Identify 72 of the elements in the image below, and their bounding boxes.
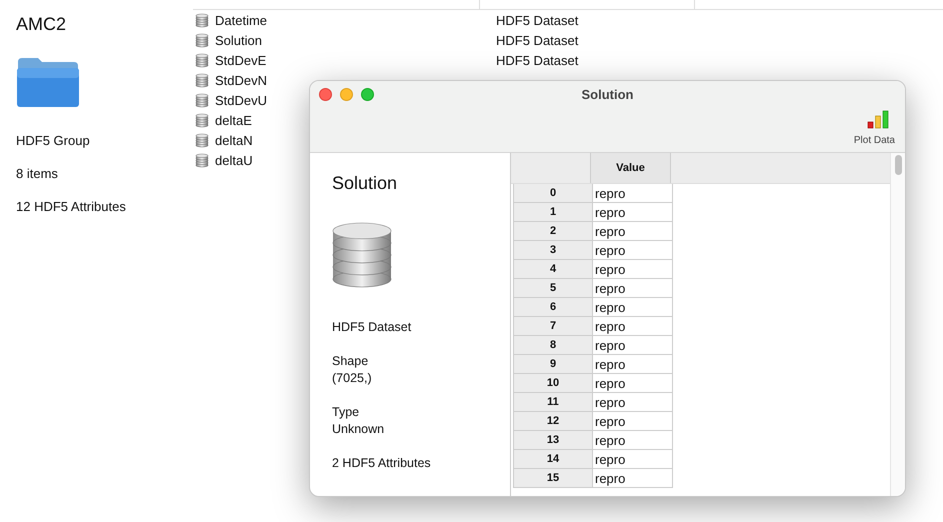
- cylinder-icon: [195, 72, 209, 88]
- dataset-name[interactable]: deltaE: [215, 112, 252, 128]
- table-cell[interactable]: repro: [593, 298, 673, 317]
- row-header: 2: [513, 222, 593, 241]
- zoom-button[interactable]: [361, 88, 374, 101]
- table-cell[interactable]: repro: [593, 260, 673, 279]
- dataset-name[interactable]: Datetime: [215, 12, 268, 28]
- table-cell[interactable]: repro: [593, 450, 673, 469]
- row-header: 11: [513, 393, 593, 412]
- table-cell[interactable]: repro: [593, 374, 673, 393]
- cylinder-icon: [195, 32, 209, 48]
- table-cell[interactable]: repro: [593, 431, 673, 450]
- dataset-name[interactable]: StdDevE: [215, 52, 266, 68]
- row-header: 14: [513, 450, 593, 469]
- row-header: 4: [513, 260, 593, 279]
- folder-icon: [16, 56, 80, 108]
- scroll-thumb[interactable]: [894, 155, 902, 175]
- row-header: 9: [513, 355, 593, 374]
- row-header: 1: [513, 203, 593, 222]
- table-cell[interactable]: repro: [593, 317, 673, 336]
- table-cell[interactable]: repro: [593, 469, 673, 488]
- table-cell[interactable]: repro: [593, 412, 673, 431]
- dataset-title: Solution: [332, 173, 398, 194]
- dataset-name[interactable]: deltaU: [215, 152, 253, 168]
- dataset-kind: HDF5 Dataset: [496, 52, 578, 68]
- plot-data-button[interactable]: Plot Data: [854, 108, 895, 152]
- table-cell[interactable]: repro: [593, 355, 673, 374]
- cylinder-icon: [195, 12, 209, 28]
- dataset-kind: HDF5 Dataset: [496, 32, 578, 48]
- column-header[interactable]: Value: [591, 153, 671, 183]
- table-cell[interactable]: repro: [593, 393, 673, 412]
- table-cell[interactable]: repro: [593, 222, 673, 241]
- bar-chart-icon: [867, 110, 889, 130]
- minimize-button[interactable]: [340, 88, 353, 101]
- shape-label: Shape: [332, 353, 370, 370]
- cylinder-icon: [195, 52, 209, 68]
- row-header: 7: [513, 317, 593, 336]
- row-header: 3: [513, 241, 593, 260]
- row-header: 6: [513, 298, 593, 317]
- group-kind: HDF5 Group: [16, 133, 91, 148]
- type-label: Type: [332, 404, 360, 421]
- folder-title: AMC2: [16, 14, 68, 35]
- row-header: 0: [513, 184, 593, 203]
- table-cell[interactable]: repro: [593, 241, 673, 260]
- row-header: 12: [513, 412, 593, 431]
- dataset-name[interactable]: Solution: [215, 32, 262, 48]
- dataset-name[interactable]: StdDevU: [215, 92, 268, 108]
- row-header: 15: [513, 469, 593, 488]
- table-cell[interactable]: repro: [593, 279, 673, 298]
- cylinder-icon: [195, 112, 209, 128]
- table-cell[interactable]: repro: [593, 184, 673, 203]
- row-header: 8: [513, 336, 593, 355]
- cylinder-icon: [195, 152, 209, 168]
- shape-value: (7025,): [332, 370, 373, 387]
- table-cell[interactable]: repro: [593, 336, 673, 355]
- dataset-name[interactable]: deltaN: [215, 132, 253, 148]
- dataset-name[interactable]: StdDevN: [215, 72, 268, 88]
- attribute-count: 2 HDF5 Attributes: [332, 455, 432, 472]
- database-icon: [332, 222, 392, 288]
- dataset-kind: HDF5 Dataset: [332, 319, 412, 336]
- close-button[interactable]: [319, 88, 332, 101]
- table-cell[interactable]: repro: [593, 203, 673, 222]
- type-value: Unknown: [332, 421, 386, 438]
- cylinder-icon: [195, 132, 209, 148]
- dataset-kind: HDF5 Dataset: [496, 12, 578, 28]
- window-title: Solution: [580, 87, 634, 102]
- row-header: 13: [513, 431, 593, 450]
- row-header: 10: [513, 374, 593, 393]
- item-count: 8 items: [16, 166, 59, 181]
- attribute-count: 12 HDF5 Attributes: [16, 199, 127, 214]
- cylinder-icon: [195, 92, 209, 108]
- row-header: 5: [513, 279, 593, 298]
